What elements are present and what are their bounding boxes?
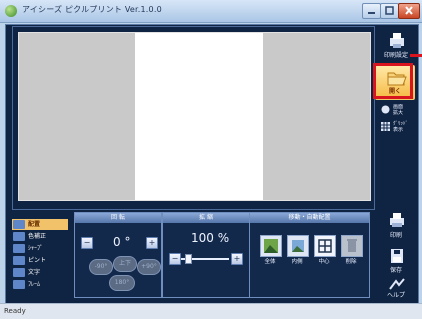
menu-item-label: 文字 — [28, 269, 41, 276]
delete-label: 削除 — [345, 259, 357, 265]
window-title: アイシーズ ピクルプリント Ver.1.0.0 — [22, 5, 162, 14]
print-button[interactable]: 印刷 — [379, 209, 413, 241]
rotate-increase-button[interactable]: + — [146, 237, 158, 249]
flip-button[interactable]: 上下 — [113, 256, 137, 272]
main-area: 印刷設定 開く 画面 拡大 ｸﾞﾘｯﾄﾞ 表示 印刷 保存 ヘルプ 配置 色補正… — [5, 24, 419, 304]
landscape-photo-icon — [260, 235, 282, 257]
title-bar: アイシーズ ピクルプリント Ver.1.0.0 — [0, 0, 422, 23]
menu-item-label: 配置 — [28, 221, 41, 228]
fit-inside-button[interactable]: 内側 — [286, 235, 309, 267]
center-icon — [314, 235, 336, 257]
printer-settings-icon — [390, 33, 404, 48]
screen-zoom-label: 画面 拡大 — [393, 104, 404, 116]
rotate-right-90-button[interactable]: +90° — [137, 259, 161, 275]
rotate-left-90-button[interactable]: -90° — [89, 259, 113, 275]
rotate-panel-title: 回 転 — [75, 213, 161, 223]
fit-all-label: 全体 — [264, 259, 276, 265]
zoom-slider-thumb[interactable] — [185, 254, 193, 264]
menu-item-label: 色補正 — [28, 233, 47, 240]
close-button[interactable] — [398, 3, 420, 19]
menu-item-frame[interactable]: ﾌﾚｰﾑ — [12, 279, 68, 290]
text-icon — [13, 268, 25, 277]
menu-item-color[interactable]: 色補正 — [12, 231, 68, 242]
help-label: ヘルプ — [386, 292, 405, 299]
maximize-button[interactable] — [380, 3, 399, 19]
status-bar: Ready — [0, 303, 422, 319]
help-icon — [389, 278, 405, 290]
menu-item-sharpness[interactable]: ｼｬｰﾌﾟ — [12, 243, 68, 254]
menu-item-label: ｼｬｰﾌﾟ — [28, 245, 44, 252]
print-preview[interactable] — [18, 32, 371, 201]
zoom-panel-title: 拡 縮 — [163, 213, 249, 223]
save-icon — [391, 249, 403, 263]
save-button[interactable]: 保存 — [379, 247, 413, 275]
move-panel-title: 移動・自動配置 — [250, 213, 369, 223]
app-icon — [5, 5, 17, 17]
status-text: Ready — [4, 307, 26, 315]
application-window: アイシーズ ピクルプリント Ver.1.0.0 印刷設定 開く 画面 拡大 ｸﾞ… — [0, 0, 422, 319]
rotate-decrease-button[interactable]: − — [81, 237, 93, 249]
edit-mode-menu: 配置 色補正 ｼｬｰﾌﾟ ピント 文字 ﾌﾚｰﾑ — [12, 211, 68, 297]
fit-all-button[interactable]: 全体 — [259, 235, 282, 267]
rotate-panel: 回 転 − 0 ° + -90° 上下 +90° 180° — [74, 212, 162, 298]
color-icon — [13, 232, 25, 241]
print-settings-button[interactable]: 印刷設定 — [379, 32, 413, 60]
grid-toggle[interactable]: ｸﾞﾘｯﾄﾞ 表示 — [381, 121, 415, 133]
fit-inside-label: 内側 — [291, 259, 303, 265]
menu-item-focus[interactable]: ピント — [12, 255, 68, 266]
edit-toolbar: 配置 色補正 ｼｬｰﾌﾟ ピント 文字 ﾌﾚｰﾑ 回 転 − 0 ° + -90… — [12, 211, 370, 298]
print-settings-label: 印刷設定 — [383, 52, 408, 59]
frame-icon — [13, 280, 25, 289]
grid-icon — [381, 122, 390, 131]
zoom-icon — [381, 105, 390, 114]
move-panel: 移動・自動配置 全体 内側 中心 削除 — [249, 212, 370, 298]
paper-sheet — [135, 33, 263, 200]
printer-icon — [390, 213, 404, 227]
print-label: 印刷 — [389, 232, 402, 239]
highlight-marker — [373, 63, 413, 99]
grid-label: ｸﾞﾘｯﾄﾞ 表示 — [393, 121, 409, 133]
zoom-increase-button[interactable]: + — [231, 253, 243, 265]
zoom-panel: 拡 縮 100 % − + — [162, 212, 250, 298]
rotate-180-button[interactable]: 180° — [109, 275, 135, 291]
rotate-value: 0 ° — [113, 235, 131, 249]
minimize-button[interactable] — [362, 3, 381, 19]
maximize-icon — [385, 6, 394, 15]
screen-zoom-toggle[interactable]: 画面 拡大 — [381, 104, 415, 116]
center-button[interactable]: 中心 — [313, 235, 336, 267]
menu-item-label: ﾌﾚｰﾑ — [28, 281, 41, 288]
photo-icon — [287, 235, 309, 257]
zoom-value: 100 % — [191, 231, 230, 245]
highlight-arrow — [410, 54, 422, 57]
trash-icon — [341, 235, 363, 257]
minimize-icon — [368, 12, 375, 14]
zoom-decrease-button[interactable]: − — [169, 253, 181, 265]
focus-icon — [13, 256, 25, 265]
menu-item-label: ピント — [28, 257, 47, 264]
center-label: 中心 — [318, 259, 330, 265]
menu-item-text[interactable]: 文字 — [12, 267, 68, 278]
sharpness-icon — [13, 244, 25, 253]
close-icon — [405, 6, 413, 15]
menu-item-layout[interactable]: 配置 — [12, 219, 68, 230]
help-button[interactable]: ヘルプ — [379, 277, 413, 301]
layout-icon — [13, 220, 25, 229]
save-label: 保存 — [389, 267, 402, 274]
delete-button[interactable]: 削除 — [340, 235, 363, 267]
